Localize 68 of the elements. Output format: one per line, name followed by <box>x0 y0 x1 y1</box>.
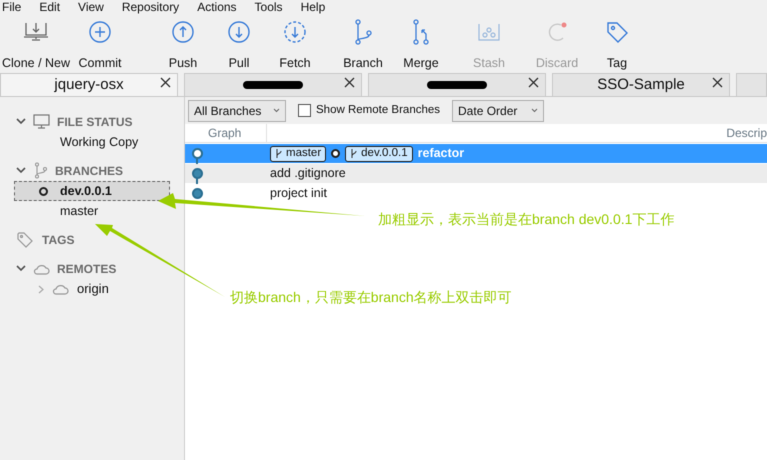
section-heading: REMOTES <box>57 260 116 278</box>
chevron-down-icon[interactable] <box>16 167 26 174</box>
toolbar-button[interactable]: Push <box>152 18 214 73</box>
chevron-down-icon <box>531 108 538 113</box>
branch-icon <box>275 148 283 159</box>
plus-circle-icon <box>88 20 112 44</box>
section-heading: FILE STATUS <box>57 114 133 130</box>
checkbox[interactable] <box>298 104 311 117</box>
sidebar-item[interactable]: master <box>14 201 170 221</box>
toolbar-button[interactable]: Commit <box>72 18 128 73</box>
chevron-down-icon[interactable] <box>16 265 26 272</box>
branch-label: master <box>270 146 326 162</box>
menu-item[interactable]: View <box>78 0 104 14</box>
redaction-scribble <box>243 81 303 89</box>
sidebar-item[interactable]: dev.0.0.1 <box>14 181 170 201</box>
menu-item[interactable]: Actions <box>197 0 237 14</box>
redaction-scribble <box>427 81 487 89</box>
tab[interactable] <box>184 73 362 96</box>
up-arrow-circle-icon <box>171 20 195 44</box>
toolbar-button[interactable]: Merge <box>392 18 450 73</box>
branch-icon <box>350 148 358 159</box>
section-heading: BRANCHES <box>55 162 124 180</box>
down-arrow-circle-icon <box>227 20 251 44</box>
close-icon[interactable] <box>344 77 355 88</box>
monitor-icon <box>33 114 50 129</box>
commit-message: refactor <box>418 145 464 162</box>
column-header[interactable]: Graph <box>185 124 267 142</box>
toolbar-button[interactable]: Clone / New <box>0 18 72 73</box>
column-header[interactable]: Descrip <box>267 124 767 142</box>
sidebar-item[interactable]: Working Copy <box>60 132 138 152</box>
tab[interactable]: SSO-Sample <box>552 73 730 96</box>
commit-message: project init <box>270 185 327 202</box>
remote-item[interactable]: origin <box>77 279 109 299</box>
chevron-down-icon[interactable] <box>16 118 26 125</box>
tab[interactable]: jquery-osx <box>0 73 178 96</box>
commit-row[interactable]: master dev.0.0.1 refactor <box>185 144 767 163</box>
chevron-down-icon <box>273 108 280 113</box>
commit-message: add .gitignore <box>270 165 346 182</box>
section-heading: TAGS <box>42 232 74 248</box>
graph-node <box>192 148 203 159</box>
branch-icon <box>33 162 48 179</box>
tag-icon <box>17 232 34 248</box>
menu-item[interactable]: File <box>2 0 22 14</box>
close-icon[interactable] <box>160 77 171 88</box>
toolbar-button[interactable]: Tag <box>594 18 640 73</box>
toolbar-button[interactable]: Branch <box>334 18 392 73</box>
tag-icon <box>605 20 629 44</box>
annotation-text: 切换branch，只需要在branch名称上双击即可 <box>230 288 512 307</box>
close-icon[interactable] <box>712 77 723 88</box>
toolbar-button[interactable]: Fetch <box>264 18 326 73</box>
dropdown[interactable]: Date Order <box>452 100 544 122</box>
graph-node <box>192 188 203 199</box>
toolbar-button[interactable]: Pull <box>214 18 264 73</box>
dropdown[interactable]: All Branches <box>188 100 286 122</box>
close-icon[interactable] <box>528 77 539 88</box>
branch-label: dev.0.0.1 <box>345 146 413 162</box>
menu-item[interactable]: Tools <box>254 0 283 14</box>
commit-row[interactable]: add .gitignore <box>185 164 767 183</box>
tab[interactable] <box>368 73 546 96</box>
current-branch-icon <box>39 187 48 196</box>
menu-item[interactable]: Edit <box>39 0 60 14</box>
checkbox-label: Show Remote Branches <box>316 102 440 118</box>
cloud-icon <box>33 262 50 274</box>
cloud-icon <box>52 283 69 295</box>
graph-node <box>192 168 203 179</box>
menu-item[interactable]: Help <box>300 0 326 14</box>
menu-item[interactable]: Repository <box>122 0 180 14</box>
annotation-text: 加粗显示，表示当前是在branch dev0.0.1下工作 <box>378 210 674 229</box>
